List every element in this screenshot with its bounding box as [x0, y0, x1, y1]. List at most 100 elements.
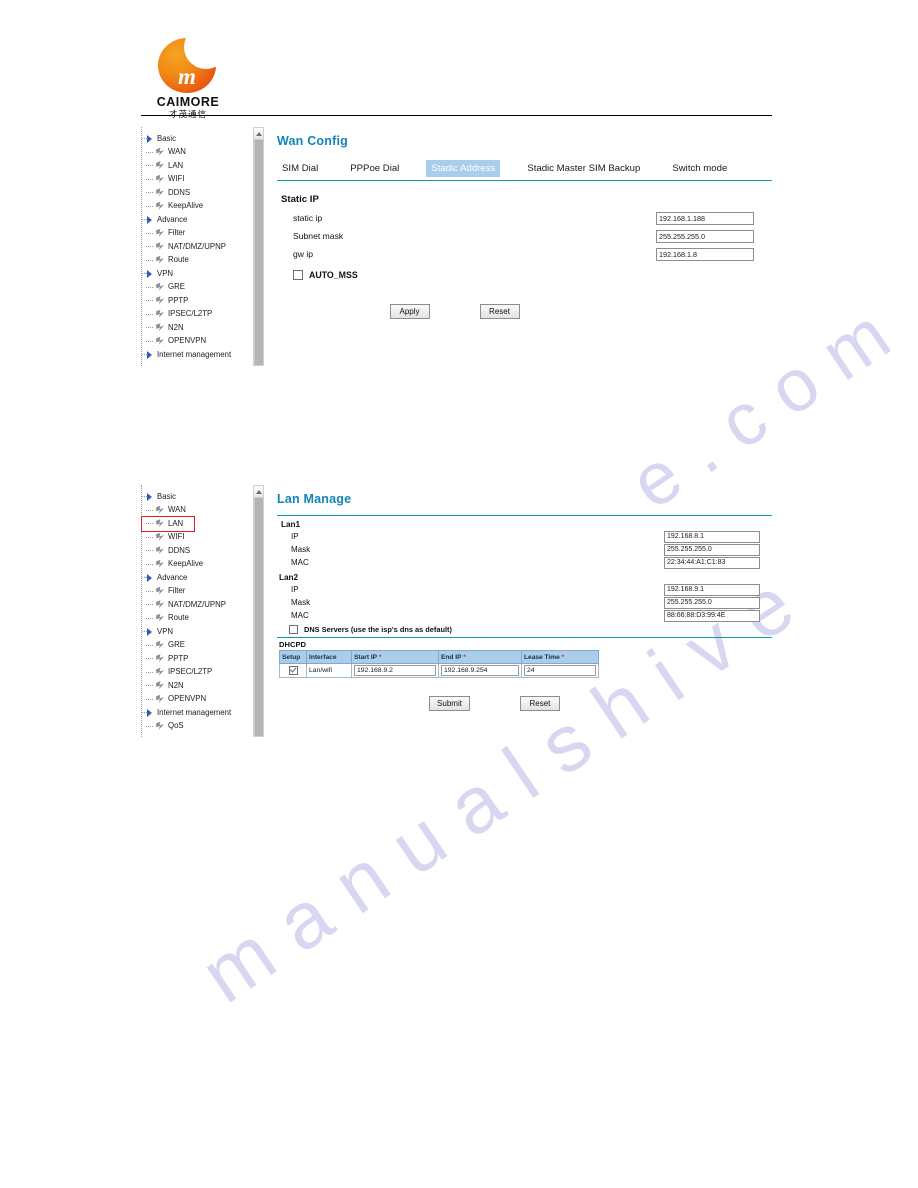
dhcpd-end-ip-input[interactable]: 192.168.9.254 — [441, 665, 519, 676]
dhcpd-header-row: Setup Interface Start IP * End IP * Leas… — [279, 650, 599, 664]
sidebar-item-n2n[interactable]: N2N — [142, 321, 253, 335]
dhcpd-setup-cell[interactable] — [279, 663, 307, 678]
submit-button[interactable]: Submit — [429, 696, 470, 711]
lan1-ip-input[interactable]: 192.168.8.1 — [664, 530, 760, 543]
lan1-mac-input[interactable]: 22:34:44:A1:C1:83 — [664, 556, 760, 569]
sidebar-scrollbar[interactable] — [253, 127, 264, 366]
sidebar-item-ipsec-l2tp[interactable]: IPSEC/L2TP — [142, 666, 253, 680]
page-icon — [156, 283, 165, 292]
tab-stadic-address[interactable]: Stadic Address — [426, 160, 501, 177]
wan-tab-bar[interactable]: SIM Dial PPPoe Dial Stadic Address Stadi… — [277, 160, 772, 181]
lan2-mask-row: Mask 255.255.255.0 — [277, 596, 772, 609]
sidebar-item-advance[interactable]: Advance — [142, 213, 253, 227]
scrollbar-thumb[interactable] — [254, 140, 263, 365]
dhcpd-table: Setup Interface Start IP * End IP * Leas… — [279, 650, 599, 678]
page-icon — [156, 546, 165, 555]
sidebar-item-nat-dmz-upnp[interactable]: NAT/DMZ/UPNP — [142, 240, 253, 254]
lan-manage-content: Lan Manage Lan1 IP 192.168.8.1 Mask 255.… — [264, 485, 772, 737]
auto-mss-checkbox[interactable] — [293, 270, 303, 280]
sidebar-item-lan[interactable]: LAN — [142, 159, 253, 173]
sidebar-item-internet-management[interactable]: Internet management — [142, 348, 253, 362]
lan2-mask-input[interactable]: 255.255.255.0 — [664, 596, 760, 609]
sidebar-item-n2n[interactable]: N2N — [142, 679, 253, 693]
sidebar-item-gre[interactable]: GRE — [142, 639, 253, 653]
reset-button[interactable]: Reset — [519, 696, 560, 711]
dhcpd-setup-checkbox[interactable] — [288, 666, 298, 675]
dhcpd-start-ip-input[interactable]: 192.168.9.2 — [354, 665, 436, 676]
triangle-right-icon — [146, 350, 154, 359]
sidebar-item-ddns[interactable]: DDNS — [142, 186, 253, 200]
dhcpd-end-ip-cell: 192.168.9.254 — [438, 663, 522, 678]
sidebar-item-keepalive[interactable]: KeepAlive — [142, 200, 253, 214]
apply-button[interactable]: Apply — [389, 304, 430, 319]
page-icon — [156, 560, 165, 569]
static-ip-input[interactable]: 192.168.1.188 — [656, 211, 754, 225]
sidebar-item-openvpn[interactable]: OPENVPN — [142, 693, 253, 707]
tab-stadic-master-sim-backup[interactable]: Stadic Master SIM Backup — [522, 160, 645, 177]
dhcpd-col-end-ip: End IP * — [438, 650, 522, 664]
sidebar-item-wifi[interactable]: WIFI — [142, 173, 253, 187]
brand-subtitle: 才茂通信 — [168, 109, 207, 119]
sidebar-item-openvpn[interactable]: OPENVPN — [142, 335, 253, 349]
wan-config-content: Wan Config SIM Dial PPPoe Dial Stadic Ad… — [264, 127, 772, 366]
sidebar-item-basic[interactable]: Basic — [142, 132, 253, 146]
sidebar-item-internet-management[interactable]: Internet management — [142, 706, 253, 720]
sidebar-item-label: NAT/DMZ/UPNP — [168, 599, 226, 609]
sidebar-item-wan[interactable]: WAN — [142, 504, 253, 518]
lan1-mask-row: Mask 255.255.255.0 — [277, 543, 772, 556]
sidebar-item-route[interactable]: Route — [142, 612, 253, 626]
sidebar-scrollbar[interactable] — [253, 485, 264, 737]
page-icon — [156, 654, 165, 663]
sidebar-item-filter[interactable]: Filter — [142, 227, 253, 241]
sidebar-item-pptp[interactable]: PPTP — [142, 652, 253, 666]
page-icon — [156, 641, 165, 650]
tab-sim-dial[interactable]: SIM Dial — [277, 160, 323, 177]
sidebar-item-keepalive[interactable]: KeepAlive — [142, 558, 253, 572]
sidebar-item-qos[interactable]: QoS — [142, 720, 253, 734]
sidebar-item-ddns[interactable]: DDNS — [142, 544, 253, 558]
sidebar-item-vpn[interactable]: VPN — [142, 267, 253, 281]
page-icon — [156, 614, 165, 623]
sidebar-item-nat-dmz-upnp[interactable]: NAT/DMZ/UPNP — [142, 598, 253, 612]
sidebar-item-filter[interactable]: Filter — [142, 585, 253, 599]
scroll-up-arrow-icon[interactable] — [254, 128, 263, 140]
lan1-mask-input[interactable]: 255.255.255.0 — [664, 543, 760, 556]
lan2-ip-input[interactable]: 192.168.9.1 — [664, 583, 760, 596]
dns-servers-row[interactable]: DNS Servers (use the isp's dns as defaul… — [289, 625, 772, 634]
subnet-mask-input[interactable]: 255.255.255.0 — [656, 229, 754, 243]
gw-ip-input[interactable]: 192.168.1.8 — [656, 247, 754, 261]
page-icon — [156, 587, 165, 596]
sidebar-item-lan-highlighted[interactable]: LAN — [141, 516, 195, 532]
scroll-up-arrow-icon[interactable] — [254, 486, 263, 498]
sidebar-item-vpn[interactable]: VPN — [142, 625, 253, 639]
sidebar-item-basic[interactable]: Basic — [142, 490, 253, 504]
auto-mss-row[interactable]: AUTO_MSS — [293, 270, 772, 280]
tab-switch-mode[interactable]: Switch mode — [667, 160, 732, 177]
lan1-ip-row: IP 192.168.8.1 — [277, 530, 772, 543]
form-row-static-ip: static ip 192.168.1.188 — [277, 209, 772, 227]
navigation-tree-lan[interactable]: Basic WAN LAN WIFI DDNS KeepAlive Advanc… — [141, 485, 253, 737]
sidebar-item-gre[interactable]: GRE — [142, 281, 253, 295]
sidebar-item-route[interactable]: Route — [142, 254, 253, 268]
reset-button[interactable]: Reset — [479, 304, 520, 319]
sidebar-item-label: LAN — [168, 518, 184, 528]
sidebar-item-label: OPENVPN — [168, 336, 207, 346]
dhcpd-lease-time-input[interactable]: 24 — [524, 665, 596, 676]
sidebar-item-wan[interactable]: WAN — [142, 146, 253, 160]
sidebar-item-ipsec-l2tp[interactable]: IPSEC/L2TP — [142, 308, 253, 322]
page-icon — [156, 202, 165, 211]
scrollbar-thumb[interactable] — [254, 498, 263, 736]
page-icon — [156, 519, 165, 528]
triangle-right-icon — [146, 627, 154, 636]
navigation-tree-wan[interactable]: Basic WAN LAN WIFI DDNS KeepAlive Advanc… — [141, 127, 253, 366]
sidebar-item-pptp[interactable]: PPTP — [142, 294, 253, 308]
tab-pppoe-dial[interactable]: PPPoe Dial — [345, 160, 404, 177]
lan2-mac-input[interactable]: 88:66:88:D3:99:4E — [664, 609, 760, 622]
dns-servers-checkbox[interactable] — [289, 625, 298, 634]
sidebar-item-label: WAN — [168, 147, 186, 157]
sidebar-item-advance[interactable]: Advance — [142, 571, 253, 585]
sidebar-item-label: WIFI — [168, 174, 185, 184]
page-icon — [156, 600, 165, 609]
sidebar-item-label: WIFI — [168, 532, 185, 542]
sidebar-item-wifi[interactable]: WIFI — [142, 531, 253, 545]
